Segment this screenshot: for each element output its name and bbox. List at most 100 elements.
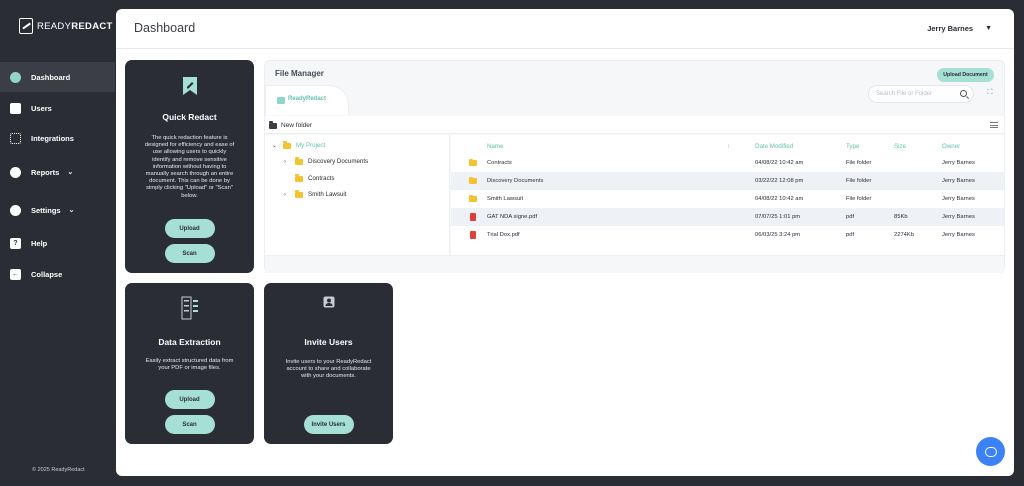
search-input[interactable]: Search File or Folder	[868, 85, 974, 103]
new-folder-button[interactable]: New folder	[269, 121, 313, 129]
cell-date: 03/22/22 12:08 pm	[755, 178, 804, 184]
new-folder-label: New folder	[281, 122, 313, 129]
folder-icon	[469, 194, 477, 202]
cell-owner: Jerry Barnes	[942, 178, 975, 184]
cell-type: File folder	[846, 196, 872, 202]
user-icon	[10, 102, 21, 114]
sidebar-item-settings[interactable]: Settings ⌄	[0, 195, 115, 225]
data-extraction-card: Data Extraction Easily extract structure…	[125, 283, 254, 444]
cell-date: 07/07/25 1:01 pm	[755, 214, 801, 220]
chat-support-button[interactable]	[976, 437, 1005, 466]
scan-button[interactable]: Scan	[164, 244, 215, 263]
user-plus-icon	[323, 296, 334, 308]
folder-tree: ⌄ My Project › Discovery Documents Contr…	[265, 135, 450, 255]
table-row[interactable]: GAT NDA signe.pdf 07/07/25 1:01 pm pdf 8…	[451, 208, 1004, 226]
tree-item-label: My Project	[296, 142, 326, 149]
tree-item-label: Smith Lawsuit	[308, 191, 347, 198]
upload-button[interactable]: Upload	[164, 219, 215, 238]
sidebar-item-label: Reports	[31, 167, 60, 177]
sidebar-item-label: Help	[31, 238, 48, 248]
chevron-down-icon: ⌄	[68, 207, 75, 214]
upload-button[interactable]: Upload	[164, 390, 215, 409]
logo-text-ready: READY	[37, 20, 72, 32]
reports-icon	[10, 166, 21, 178]
folder-icon	[295, 157, 303, 165]
folder-icon	[295, 174, 303, 182]
logo-text-redact: REDACT	[71, 20, 113, 32]
collapse-icon: ←	[10, 268, 21, 280]
sidebar-item-integrations[interactable]: Integrations	[0, 123, 115, 153]
tab-readyredact[interactable]: ReadyRedact	[265, 85, 349, 115]
column-header-name[interactable]: Name	[487, 143, 504, 150]
tree-item-label: Discovery Documents	[308, 158, 369, 165]
pdf-icon	[470, 213, 476, 221]
quick-redact-card: Quick Redact The quick redaction feature…	[125, 60, 254, 273]
cell-name: Contracts	[487, 160, 512, 166]
card-description: The quick redaction feature is designed …	[144, 135, 235, 199]
tab-label: ReadyRedact	[288, 96, 327, 102]
sidebar-item-collapse[interactable]: ← Collapse	[0, 259, 115, 289]
cell-owner: Jerry Barnes	[942, 196, 975, 202]
cell-size: 2274Kb	[894, 232, 914, 238]
tree-item-contracts[interactable]: Contracts	[284, 174, 335, 182]
scan-button[interactable]: Scan	[164, 415, 215, 434]
fullscreen-icon[interactable]: ⛶	[986, 89, 994, 97]
main-panel: Dashboard Jerry Barnes ▼ Quick Redact Th…	[116, 9, 1014, 476]
caret-down-icon: ▼	[985, 25, 992, 32]
column-header-type[interactable]: Type	[846, 143, 859, 150]
cell-type: File folder	[846, 178, 872, 184]
cell-type: pdf	[846, 214, 855, 220]
tree-item-discovery-documents[interactable]: › Discovery Documents	[284, 157, 369, 165]
user-menu[interactable]: Jerry Barnes ▼	[927, 24, 992, 33]
column-header-size[interactable]: Size	[894, 143, 906, 150]
table-row[interactable]: Discovery Documents 03/22/22 12:08 pm Fi…	[451, 172, 1004, 190]
cell-name: Discovery Documents	[487, 178, 544, 184]
help-icon: ?	[10, 237, 21, 249]
tree-item-smith-lawsuit[interactable]: › Smith Lawsuit	[284, 190, 347, 198]
file-table: Name ↑ Date Modified Type Size Owner Con…	[451, 135, 1004, 255]
header: Dashboard Jerry Barnes ▼	[116, 9, 1014, 49]
invite-users-button[interactable]: Invite Users	[303, 415, 354, 434]
upload-document-button[interactable]: Upload Document	[937, 68, 994, 82]
chat-bubble-icon	[984, 446, 997, 457]
column-header-date[interactable]: Date Modified	[755, 143, 793, 150]
pdf-icon	[470, 231, 476, 239]
sidebar-item-users[interactable]: Users	[0, 93, 115, 123]
cell-date: 04/08/22 10:42 am	[755, 196, 804, 202]
chevron-right-icon[interactable]: ›	[284, 159, 290, 165]
sidebar-item-label: Dashboard	[31, 72, 71, 82]
search-icon[interactable]	[960, 90, 967, 97]
chevron-right-icon[interactable]: ›	[284, 192, 290, 198]
file-manager-footer	[265, 255, 1004, 273]
sidebar-item-help[interactable]: ? Help	[0, 228, 115, 258]
cell-type: pdf	[846, 232, 855, 238]
cell-name: Trial Dox.pdf	[487, 232, 520, 238]
folder-icon	[269, 121, 277, 129]
cell-owner: Jerry Barnes	[942, 232, 975, 238]
list-view-icon[interactable]	[990, 122, 998, 128]
table-row[interactable]: Smith Lawsuit 04/08/22 10:42 am File fol…	[451, 190, 1004, 208]
tree-item-my-project[interactable]: ⌄ My Project	[272, 141, 326, 149]
sidebar-item-dashboard[interactable]: Dashboard	[0, 62, 115, 92]
sort-arrow-icon[interactable]: ↑	[727, 143, 730, 150]
column-header-owner[interactable]: Owner	[942, 143, 960, 150]
table-row[interactable]: Trial Dox.pdf 06/03/25 3:24 pm pdf 2274K…	[451, 226, 1004, 244]
table-row[interactable]: Contracts 04/08/22 10:42 am File folder …	[451, 154, 1004, 172]
file-manager-title: File Manager	[275, 69, 324, 78]
cell-owner: Jerry Barnes	[942, 214, 975, 220]
chevron-down-icon[interactable]: ⌄	[272, 142, 278, 149]
sidebar-item-label: Collapse	[31, 269, 63, 279]
folder-icon	[469, 158, 477, 166]
tree-item-label: Contracts	[308, 175, 335, 182]
file-manager: File Manager Upload Document ReadyRedact…	[264, 60, 1005, 273]
cell-type: File folder	[846, 160, 872, 166]
sidebar-item-label: Integrations	[31, 133, 74, 143]
user-name: Jerry Barnes	[927, 24, 974, 33]
sidebar: READYREDACT Dashboard Users Integrations…	[0, 0, 115, 486]
logo[interactable]: READYREDACT	[19, 18, 113, 34]
document-extract-icon	[181, 296, 198, 320]
search-placeholder: Search File or Folder	[876, 91, 933, 97]
cell-owner: Jerry Barnes	[942, 160, 975, 166]
sidebar-item-reports[interactable]: Reports ⌄	[0, 157, 115, 187]
file-toolbar: New folder	[265, 116, 1004, 134]
